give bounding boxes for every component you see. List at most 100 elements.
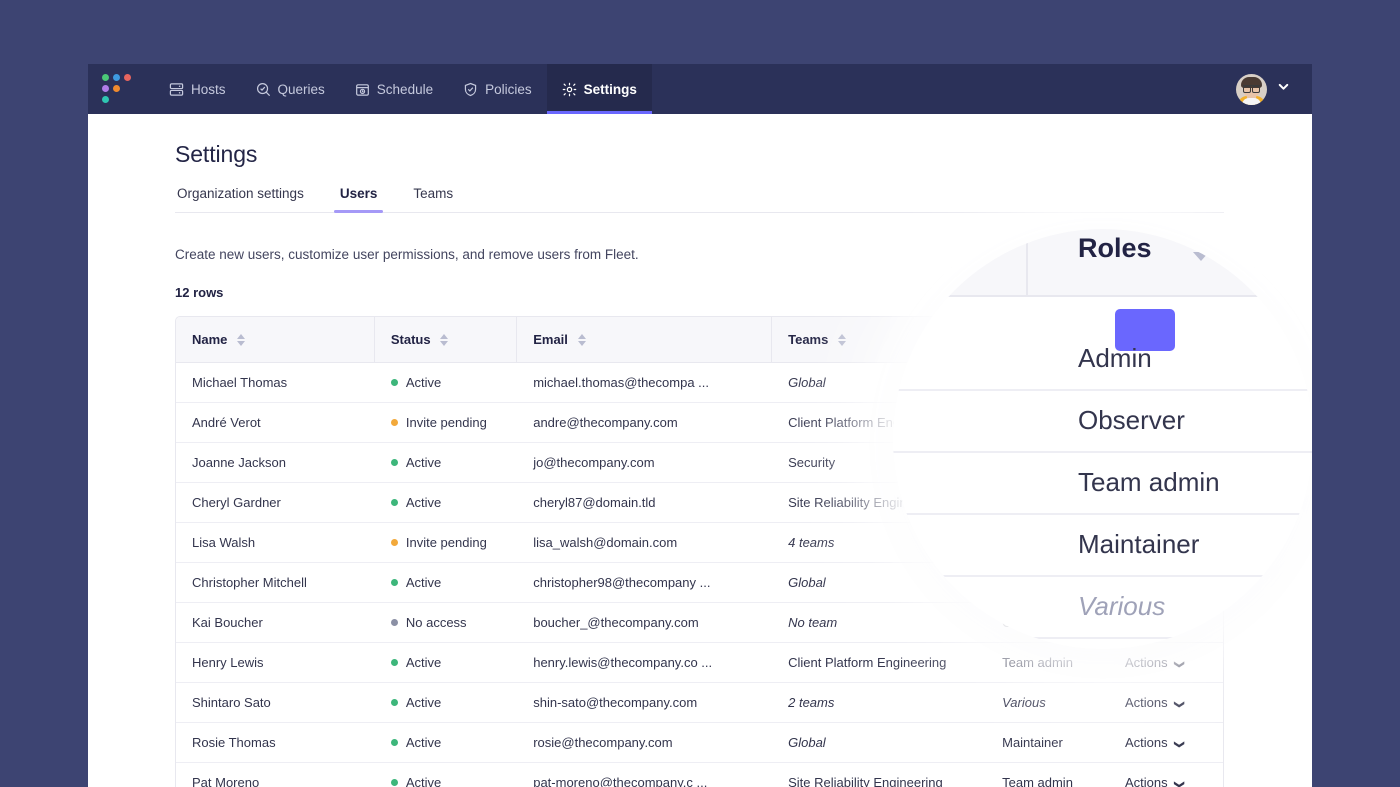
magnified-row: AdminAct [893, 329, 1312, 391]
status-badge: Active [390, 775, 501, 787]
cell-email: rosie@thecompany.com [517, 723, 773, 763]
nav-item-policies[interactable]: Policies [448, 64, 547, 114]
chevron-down-icon: ❯ [1173, 700, 1185, 709]
nav-item-label: Hosts [191, 81, 226, 97]
cell-actions[interactable]: Actions ❯ [1109, 723, 1223, 763]
policies-icon [463, 82, 478, 97]
user-avatar[interactable] [1236, 73, 1267, 105]
actions-dropdown-button[interactable]: Actions ❯ [1125, 735, 1184, 750]
status-dot-icon [390, 579, 398, 586]
sort-arrows-icon[interactable] [837, 333, 847, 346]
magnified-role-value: Maintainer [1078, 529, 1200, 559]
magnified-sort-arrows-icon[interactable] [1193, 239, 1211, 261]
sort-arrows-icon[interactable] [440, 333, 449, 346]
magnified-row: Various [893, 577, 1312, 639]
status-badge: Active [390, 375, 501, 390]
status-badge: Active [390, 735, 501, 750]
cell-email: andre@thecompany.com [517, 403, 773, 443]
status-badge: Active [390, 655, 501, 670]
magnified-role-value: Team admin [1078, 467, 1220, 497]
actions-dropdown-button[interactable]: Actions ❯ [1125, 775, 1184, 787]
magnifier-lens: Roles AdminActneeringObserverActio Team a… [893, 229, 1312, 649]
nav-item-settings[interactable]: Settings [546, 64, 653, 114]
magnified-role-value: Observer [1078, 405, 1185, 435]
status-badge: Active [390, 695, 501, 710]
magnified-row: neeringObserverActio [893, 391, 1312, 453]
cell-email: cheryl87@domain.tld [517, 483, 773, 523]
chevron-down-icon[interactable] [1277, 80, 1290, 98]
tab-label: Users [339, 186, 378, 201]
nav-items: Hosts Queries Schedule Policies Settings [154, 64, 653, 114]
fleet-logo[interactable] [102, 74, 136, 104]
magnified-role-value: Various [1078, 591, 1166, 621]
cell-email: boucher_@thecompany.com [517, 603, 773, 643]
tab-label: Teams [413, 186, 454, 201]
status-dot-icon [390, 619, 398, 626]
user-menu[interactable] [1236, 64, 1290, 114]
status-dot-icon [390, 659, 398, 666]
tab-users[interactable]: Users [333, 186, 383, 213]
app-window: Hosts Queries Schedule Policies Settings… [88, 64, 1312, 787]
settings-tabs: Organization settings Users Teams [175, 186, 1224, 213]
tab-teams[interactable]: Teams [411, 186, 455, 212]
status-dot-icon [390, 779, 398, 786]
cell-status: No access [374, 603, 518, 643]
table-row: Rosie Thomas Active rosie@thecompany.com Gl… [176, 723, 1223, 763]
tab-organization-settings[interactable]: Organization settings [175, 186, 306, 212]
cell-status: Invite pending [374, 403, 518, 443]
magnified-row: eringMaintainerAct [893, 515, 1312, 577]
sort-arrows-icon[interactable] [237, 333, 246, 346]
actions-dropdown-button[interactable]: Actions ❯ [1125, 655, 1184, 670]
status-dot-icon [390, 699, 398, 706]
status-badge: Invite pending [390, 415, 501, 430]
nav-item-queries[interactable]: Queries [241, 64, 340, 114]
cell-actions[interactable]: Actions ❯ [1109, 683, 1223, 723]
magnified-roles-label: Roles [1078, 233, 1152, 263]
nav-item-schedule[interactable]: Schedule [340, 64, 448, 114]
cell-teams: Global [772, 723, 987, 763]
cell-status: Active [374, 643, 518, 683]
status-dot-icon [390, 419, 398, 426]
logo-dot [113, 85, 120, 92]
cell-teams: 2 teams [772, 683, 987, 723]
actions-dropdown-button[interactable]: Actions ❯ [1125, 695, 1185, 710]
cell-status: Active [375, 763, 517, 787]
column-header-email[interactable]: Email [517, 317, 773, 363]
status-dot-icon [390, 499, 398, 506]
column-label: Name [192, 332, 228, 347]
status-dot-icon [390, 539, 398, 546]
column-divider [1026, 229, 1028, 295]
page-title: Settings [175, 141, 258, 167]
cell-name: Pat Moreno [176, 763, 375, 787]
logo-dot [102, 74, 109, 81]
cell-status: Active [374, 683, 518, 723]
sort-arrows-icon[interactable] [577, 333, 587, 346]
cell-actions[interactable]: Actions ❯ [1109, 643, 1223, 683]
cell-name: Christopher Mitchell [176, 563, 375, 603]
status-dot-icon [390, 459, 398, 466]
cell-teams: Site Reliability Engineering [772, 763, 986, 787]
cell-teams: Client Platform Engineering [772, 643, 987, 683]
cell-role: Various [986, 683, 1110, 723]
nav-item-label: Queries [277, 81, 325, 97]
cell-actions[interactable]: Actions ❯ [1109, 763, 1223, 787]
column-header-status[interactable]: Status [374, 317, 518, 363]
status-badge: Active [390, 575, 501, 590]
nav-item-hosts[interactable]: Hosts [154, 64, 241, 114]
table-row: Shintaro Sato Active shin-sato@thecompany.… [176, 683, 1223, 723]
cell-email: jo@thecompany.com [517, 443, 773, 483]
status-badge: Invite pending [390, 535, 501, 550]
settings-gear-icon [562, 82, 577, 97]
status-badge: Active [390, 455, 501, 470]
actions-label: Actions [1125, 655, 1168, 670]
status-badge: Active [390, 495, 501, 510]
cell-name: Shintaro Sato [176, 683, 375, 723]
actions-label: Actions [1125, 775, 1168, 787]
nav-item-label: Schedule [376, 81, 434, 97]
column-header-name[interactable]: Name [176, 317, 375, 363]
actions-label: Actions [1125, 735, 1168, 750]
cell-status: Active [374, 363, 518, 403]
magnifier-lens-content: Roles AdminActneeringObserverActio Team a… [893, 229, 1312, 649]
magnified-column-header: Roles [893, 229, 1312, 297]
status-label: Invite pending [405, 415, 487, 430]
